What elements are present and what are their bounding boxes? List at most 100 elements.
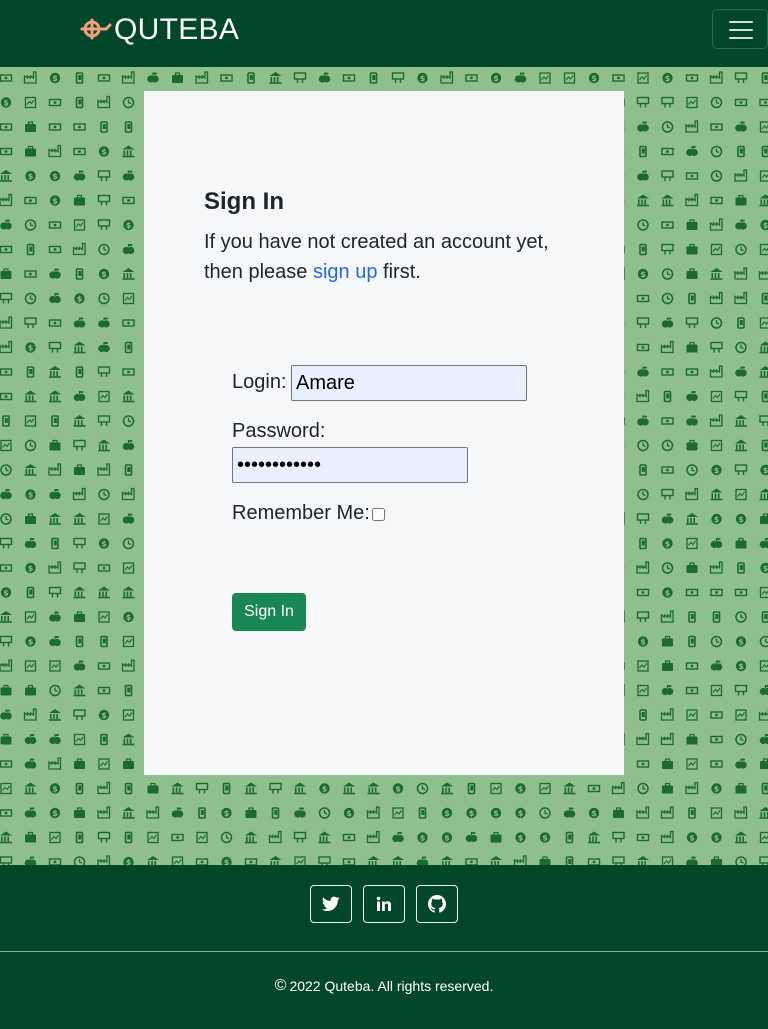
billboard-icon — [48, 341, 62, 354]
chart-icon — [392, 807, 404, 819]
apple-icon — [122, 440, 135, 451]
linkedin-button[interactable] — [363, 885, 405, 923]
apple-icon — [661, 317, 674, 328]
dollar-icon — [539, 832, 551, 843]
chart-icon — [98, 513, 110, 525]
hamburger-menu-icon — [729, 21, 753, 23]
briefcase-icon — [710, 856, 723, 865]
cash-icon — [171, 833, 184, 842]
briefcase-icon — [73, 464, 86, 476]
remember-me-checkbox[interactable] — [372, 508, 385, 521]
briefcase-icon — [538, 856, 552, 865]
dollar-icon — [735, 660, 747, 672]
signin-button[interactable]: Sign In — [232, 593, 306, 631]
clock-icon — [710, 317, 723, 329]
bank-icon — [49, 513, 61, 525]
dollar-icon — [515, 783, 526, 794]
signup-link[interactable]: sign up — [313, 261, 378, 283]
phone-icon — [639, 709, 647, 721]
phone-icon — [2, 415, 10, 427]
bank-icon — [269, 856, 282, 865]
billboard-icon — [97, 415, 111, 427]
chart-icon — [759, 317, 768, 329]
chart-icon — [196, 831, 208, 844]
apple-icon — [637, 170, 649, 181]
apple-icon — [637, 121, 649, 132]
billboard-icon — [612, 856, 625, 865]
factory-icon — [660, 610, 674, 623]
briefcase-icon — [73, 758, 86, 770]
bank-icon — [0, 170, 12, 182]
cash-icon — [0, 760, 13, 768]
apple-icon — [710, 660, 723, 671]
cash-icon — [24, 196, 37, 205]
bank-icon — [49, 709, 61, 721]
phone-icon — [761, 145, 768, 158]
cash-icon — [97, 662, 111, 670]
chart-icon — [49, 660, 61, 672]
billboard-icon — [97, 366, 111, 378]
cash-icon — [48, 221, 62, 229]
chart-icon — [686, 96, 698, 109]
billboard-icon — [661, 243, 674, 256]
apple-icon — [98, 317, 110, 328]
dollar-icon — [319, 783, 330, 794]
dollar-icon — [588, 72, 600, 84]
bank-icon — [24, 464, 37, 476]
dollar-icon — [760, 562, 768, 574]
chart-icon — [539, 72, 551, 84]
chart-icon — [147, 831, 159, 844]
phone-icon — [639, 537, 647, 550]
github-button[interactable] — [416, 885, 458, 923]
twitter-button[interactable] — [310, 885, 352, 923]
apple-icon — [49, 734, 61, 745]
billboard-icon — [269, 782, 282, 795]
bank-icon — [245, 782, 257, 795]
factory-icon — [709, 365, 723, 378]
cash-icon — [342, 833, 356, 842]
brand-link[interactable]: QUTEBA — [80, 10, 239, 50]
clock-icon — [735, 243, 747, 256]
phone-icon — [761, 72, 768, 84]
bank-icon — [73, 684, 86, 697]
clock-icon — [416, 782, 429, 795]
bank-icon — [367, 782, 380, 795]
bank-icon — [735, 831, 747, 844]
phone-icon — [75, 96, 84, 109]
briefcase-icon — [685, 243, 699, 256]
factory-icon — [440, 71, 454, 84]
factory-icon — [0, 659, 13, 672]
clock-icon — [661, 439, 674, 452]
factory-icon — [48, 757, 62, 770]
password-input[interactable] — [232, 447, 468, 483]
clock-icon — [49, 684, 61, 697]
apple-icon — [735, 121, 747, 132]
navbar-toggler-button[interactable] — [712, 9, 768, 49]
billboard-icon — [612, 831, 625, 844]
chart-icon — [49, 831, 61, 844]
billboard-icon — [636, 96, 650, 109]
bank-icon — [122, 390, 135, 403]
apple-icon — [759, 538, 768, 549]
factory-icon — [48, 144, 62, 158]
apple-icon — [735, 219, 747, 230]
dollar-icon — [25, 170, 36, 182]
billboard-icon — [391, 72, 405, 84]
briefcase-icon — [685, 439, 699, 452]
quteba-logo-icon — [80, 18, 112, 40]
chart-icon — [24, 660, 37, 672]
phone-icon — [124, 341, 133, 354]
apple-icon — [73, 170, 86, 181]
billboard-icon — [734, 390, 748, 403]
clock-icon — [637, 439, 649, 452]
cash-icon — [734, 98, 748, 107]
cash-icon — [220, 74, 233, 82]
bank-icon — [122, 586, 135, 599]
clock-icon — [735, 611, 747, 623]
factory-icon — [685, 781, 699, 795]
login-input[interactable] — [291, 365, 527, 401]
bank-icon — [49, 366, 61, 378]
bank-icon — [73, 586, 86, 599]
briefcase-icon — [734, 782, 748, 795]
dollar-icon — [490, 72, 502, 84]
